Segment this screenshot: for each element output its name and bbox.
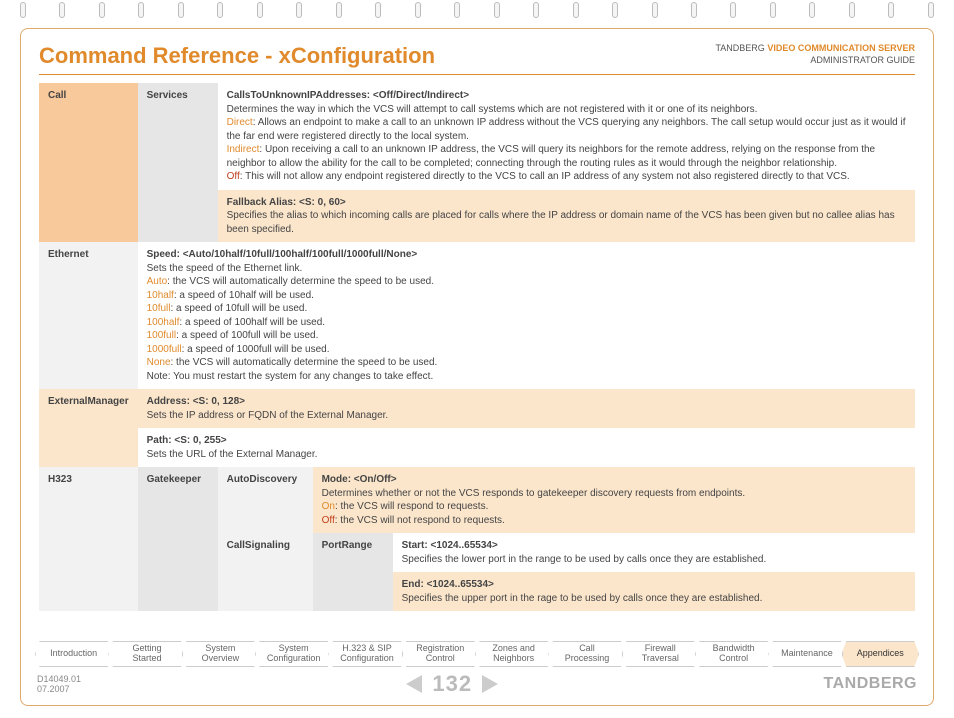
cell-externalmanager: ExternalManager (39, 389, 138, 467)
content-area: Call Services CallsToUnknownIPAddresses:… (39, 83, 915, 611)
tab-zones-neighbors[interactable]: Zones andNeighbors (475, 641, 552, 667)
cell-call: Call (39, 83, 138, 242)
cell-gatekeeper: Gatekeeper (138, 467, 218, 611)
reference-table: Call Services CallsToUnknownIPAddresses:… (39, 83, 915, 611)
next-page-icon[interactable] (482, 675, 498, 693)
tab-appendices[interactable]: Appendices (842, 641, 919, 667)
cell-em-address: Address: <S: 0, 128> Sets the IP address… (138, 389, 915, 428)
cell-services: Services (138, 83, 218, 242)
page-frame: Command Reference - xConfiguration TANDB… (20, 28, 934, 706)
cell-h323: H323 (39, 467, 138, 611)
page-title: Command Reference - xConfiguration (39, 43, 435, 69)
cell-ethernet-speed: Speed: <Auto/10half/10full/100half/100fu… (138, 242, 915, 389)
tab-introduction[interactable]: Introduction (35, 641, 112, 667)
brand-logo: TANDBERG (824, 675, 917, 693)
tab-bandwidth-control[interactable]: BandwidthControl (695, 641, 772, 667)
cell-call-unknownip: CallsToUnknownIPAddresses: <Off/Direct/I… (218, 83, 915, 190)
cell-fallback-alias: Fallback Alias: <S: 0, 60> Specifies the… (218, 190, 915, 243)
cell-em-path: Path: <S: 0, 255> Sets the URL of the Ex… (138, 428, 915, 467)
cell-portrange-label: PortRange (313, 533, 393, 611)
tab-system-configuration[interactable]: SystemConfiguration (255, 641, 332, 667)
cell-portrange-end: End: <1024..65534> Specifies the upper p… (393, 572, 915, 611)
tab-system-overview[interactable]: SystemOverview (182, 641, 259, 667)
tab-h323-sip-configuration[interactable]: H.323 & SIPConfiguration (328, 641, 405, 667)
tab-firewall-traversal[interactable]: FirewallTraversal (622, 641, 699, 667)
tab-call-processing[interactable]: CallProcessing (548, 641, 625, 667)
tab-maintenance[interactable]: Maintenance (768, 641, 845, 667)
cell-ethernet: Ethernet (39, 242, 138, 389)
cell-autodiscovery: Mode: <On/Off> Determines whether or not… (313, 467, 915, 533)
header-rule (39, 74, 915, 75)
page-number: 132 (432, 671, 472, 697)
footer: D14049.0107.2007 132 TANDBERG (37, 671, 917, 697)
cell-portrange-start: Start: <1024..65534> Specifies the lower… (393, 533, 915, 572)
cell-autodiscovery-label: AutoDiscovery (218, 467, 313, 533)
page-number-nav: 132 (406, 671, 498, 697)
header-right: TANDBERG VIDEO COMMUNICATION SERVER ADMI… (715, 43, 915, 66)
nav-tabs: Introduction GettingStarted SystemOvervi… (35, 641, 919, 667)
tab-getting-started[interactable]: GettingStarted (108, 641, 185, 667)
doc-id: D14049.0107.2007 (37, 674, 81, 694)
tab-registration-control[interactable]: RegistrationControl (402, 641, 479, 667)
cell-callsignaling-label: CallSignaling (218, 533, 313, 611)
prev-page-icon[interactable] (406, 675, 422, 693)
spiral-binding (20, 2, 934, 24)
